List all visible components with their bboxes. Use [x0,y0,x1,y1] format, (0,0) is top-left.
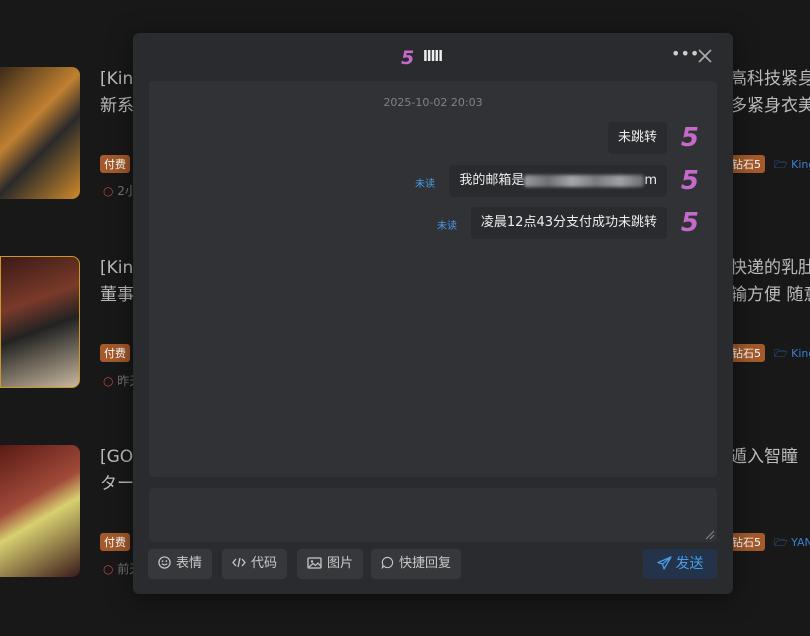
emoji-button[interactable]: 表情 [148,549,213,579]
more-options-icon[interactable]: ••• [671,45,699,63]
unread-label: 未读 [437,221,457,232]
quick-reply-button[interactable]: 快捷回复 [371,549,462,579]
send-button[interactable]: 发送 [643,549,717,579]
message-bubble[interactable]: 我的邮箱是 m [449,165,667,197]
chat-header: 5 lllll ••• [133,33,733,81]
article-title-right[interactable]: 快递的乳肚 [730,255,810,282]
code-icon [232,557,246,568]
category-link[interactable]: 🗁 King [774,345,810,364]
message-bubble[interactable]: 凌晨12点43分支付成功未跳转 [470,207,667,239]
article-title-line2[interactable]: 董事 [100,282,134,309]
price-tag: 钻石5 [728,533,765,551]
article-title-right[interactable]: 遁入智瞳 [730,444,798,471]
article-thumbnail[interactable] [0,256,80,388]
paid-tag: 付费 [100,155,130,173]
resize-handle-icon[interactable] [703,528,715,540]
contact-name: lllll [423,49,443,65]
image-icon [307,557,322,569]
my-avatar[interactable]: 5 [681,165,699,197]
chat-bubble-icon [381,556,394,570]
article-thumbnail[interactable] [0,445,80,577]
my-avatar[interactable]: 5 [681,207,699,239]
article-thumbnail[interactable] [0,67,80,199]
chat-dialog: 5 lllll ••• 2025-10-02 20:03 未跳转 5 未读 我的… [133,33,733,594]
paid-tag: 付费 [100,344,130,362]
paper-plane-icon [656,556,672,570]
message-item: 未读 我的邮箱是 m 5 [149,165,717,197]
smile-icon [158,556,171,569]
article-title-line2[interactable]: 新系 [100,93,134,120]
article-title[interactable]: [GO [100,444,133,471]
message-item: 未跳转 5 [149,122,717,154]
unread-label: 未读 [415,179,435,190]
price-tag: 钻石5 [728,155,765,173]
message-timestamp: 2025-10-02 20:03 [383,96,483,109]
paid-tag: 付费 [100,533,130,551]
message-input[interactable] [149,488,717,542]
article-title-right-line2[interactable]: 多紧身衣美 [730,93,810,120]
article-title-right-line2[interactable]: 输方便 随意 [730,282,810,309]
image-button[interactable]: 图片 [297,549,364,579]
category-link[interactable]: 🗁 King [774,156,810,175]
code-button[interactable]: 代码 [222,549,288,579]
redacted-email [524,174,645,187]
my-avatar[interactable]: 5 [681,122,699,154]
article-title-right[interactable]: 高科技紧身 [730,66,810,93]
message-list[interactable]: 2025-10-02 20:03 未跳转 5 未读 我的邮箱是 m 5 未读 凌晨… [149,81,717,477]
article-time: 2小 [103,182,137,199]
message-bubble[interactable]: 未跳转 [607,122,667,154]
close-icon[interactable] [697,48,713,64]
contact-avatar[interactable]: 5 [401,47,414,69]
message-item: 未读 凌晨12点43分支付成功未跳转 5 [149,207,717,239]
article-title-line2[interactable]: ター [100,471,134,498]
price-tag: 钻石5 [728,344,765,362]
category-link[interactable]: 🗁 YAN [774,534,810,553]
